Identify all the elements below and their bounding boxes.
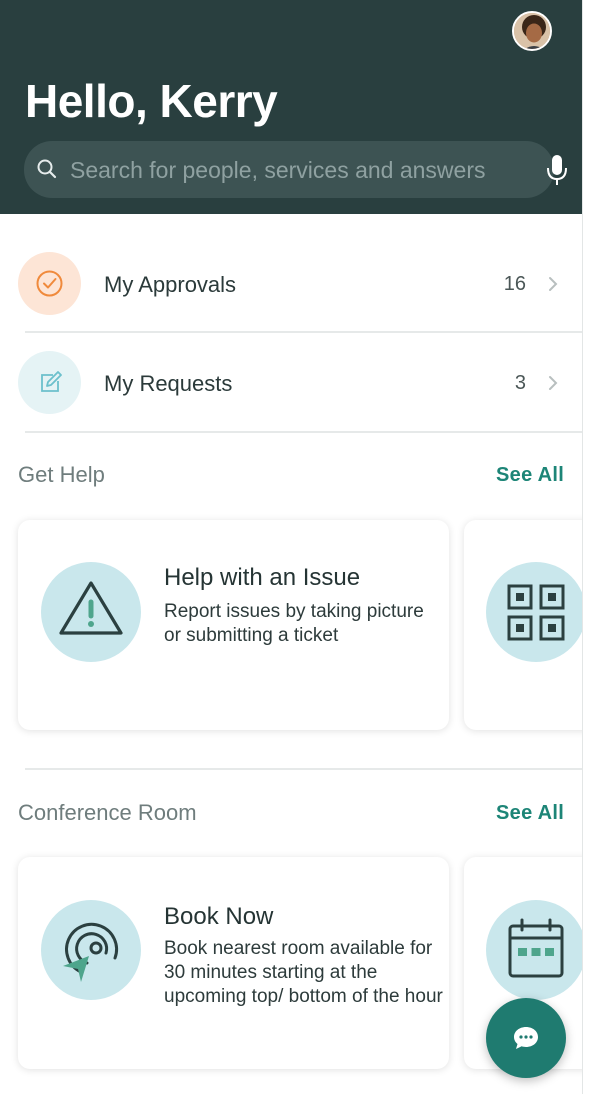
chevron-right-icon <box>549 277 558 291</box>
conference-room-see-all-link[interactable]: See All <box>496 802 564 825</box>
search-icon <box>37 159 57 179</box>
requests-label: My Requests <box>104 371 233 396</box>
conference-room-title: Conference Room <box>18 800 197 825</box>
warning-icon <box>59 581 123 635</box>
my-approvals-row[interactable]: My Approvals 16 <box>18 234 582 332</box>
location-target-icon <box>63 922 119 982</box>
microphone-icon[interactable] <box>545 153 569 187</box>
card-icon-badge <box>486 562 582 662</box>
edit-icon <box>41 371 62 392</box>
card-icon-badge <box>41 900 141 1000</box>
divider <box>25 431 582 433</box>
greeting-title: Hello, Kerry <box>25 75 278 127</box>
help-with-issue-card[interactable]: Help with an Issue Report issues by taki… <box>18 520 449 730</box>
check-circle-icon <box>36 270 63 297</box>
requests-count: 3 <box>514 372 526 394</box>
header: Hello, Kerry Search for people, services… <box>0 0 582 214</box>
avatar[interactable] <box>512 11 552 51</box>
screen-edge <box>582 0 600 1094</box>
get-help-see-all-link[interactable]: See All <box>496 464 564 487</box>
card-description: Report issues by taking picture or submi… <box>164 601 424 646</box>
card-icon-badge <box>41 562 141 662</box>
search-input[interactable]: Search for people, services and answers <box>70 157 486 184</box>
user-avatar-icon <box>514 13 550 49</box>
approvals-label: My Approvals <box>104 272 237 297</box>
card-title: Book Now <box>164 903 274 930</box>
book-now-card[interactable]: Book Now Book nearest room available for… <box>18 857 449 1069</box>
approvals-icon-badge <box>18 252 81 315</box>
card-icon-badge <box>486 900 582 1000</box>
chevron-right-icon <box>549 376 558 390</box>
qr-code-icon <box>507 584 565 641</box>
my-requests-row[interactable]: My Requests 3 <box>18 333 582 431</box>
chat-bubble-icon <box>514 1027 538 1049</box>
card-title: Help with an Issue <box>164 564 361 591</box>
requests-icon-badge <box>18 351 81 414</box>
qr-scan-card[interactable] <box>464 520 582 730</box>
approvals-count: 16 <box>503 273 526 295</box>
calendar-icon <box>508 918 564 978</box>
chat-button[interactable] <box>486 998 566 1078</box>
app-screen: Hello, Kerry Search for people, services… <box>0 0 582 1094</box>
divider <box>25 768 582 770</box>
card-description: Book nearest room available for 30 minut… <box>164 938 443 1007</box>
search-bar[interactable]: Search for people, services and answers <box>24 141 567 198</box>
get-help-title: Get Help <box>18 462 105 487</box>
